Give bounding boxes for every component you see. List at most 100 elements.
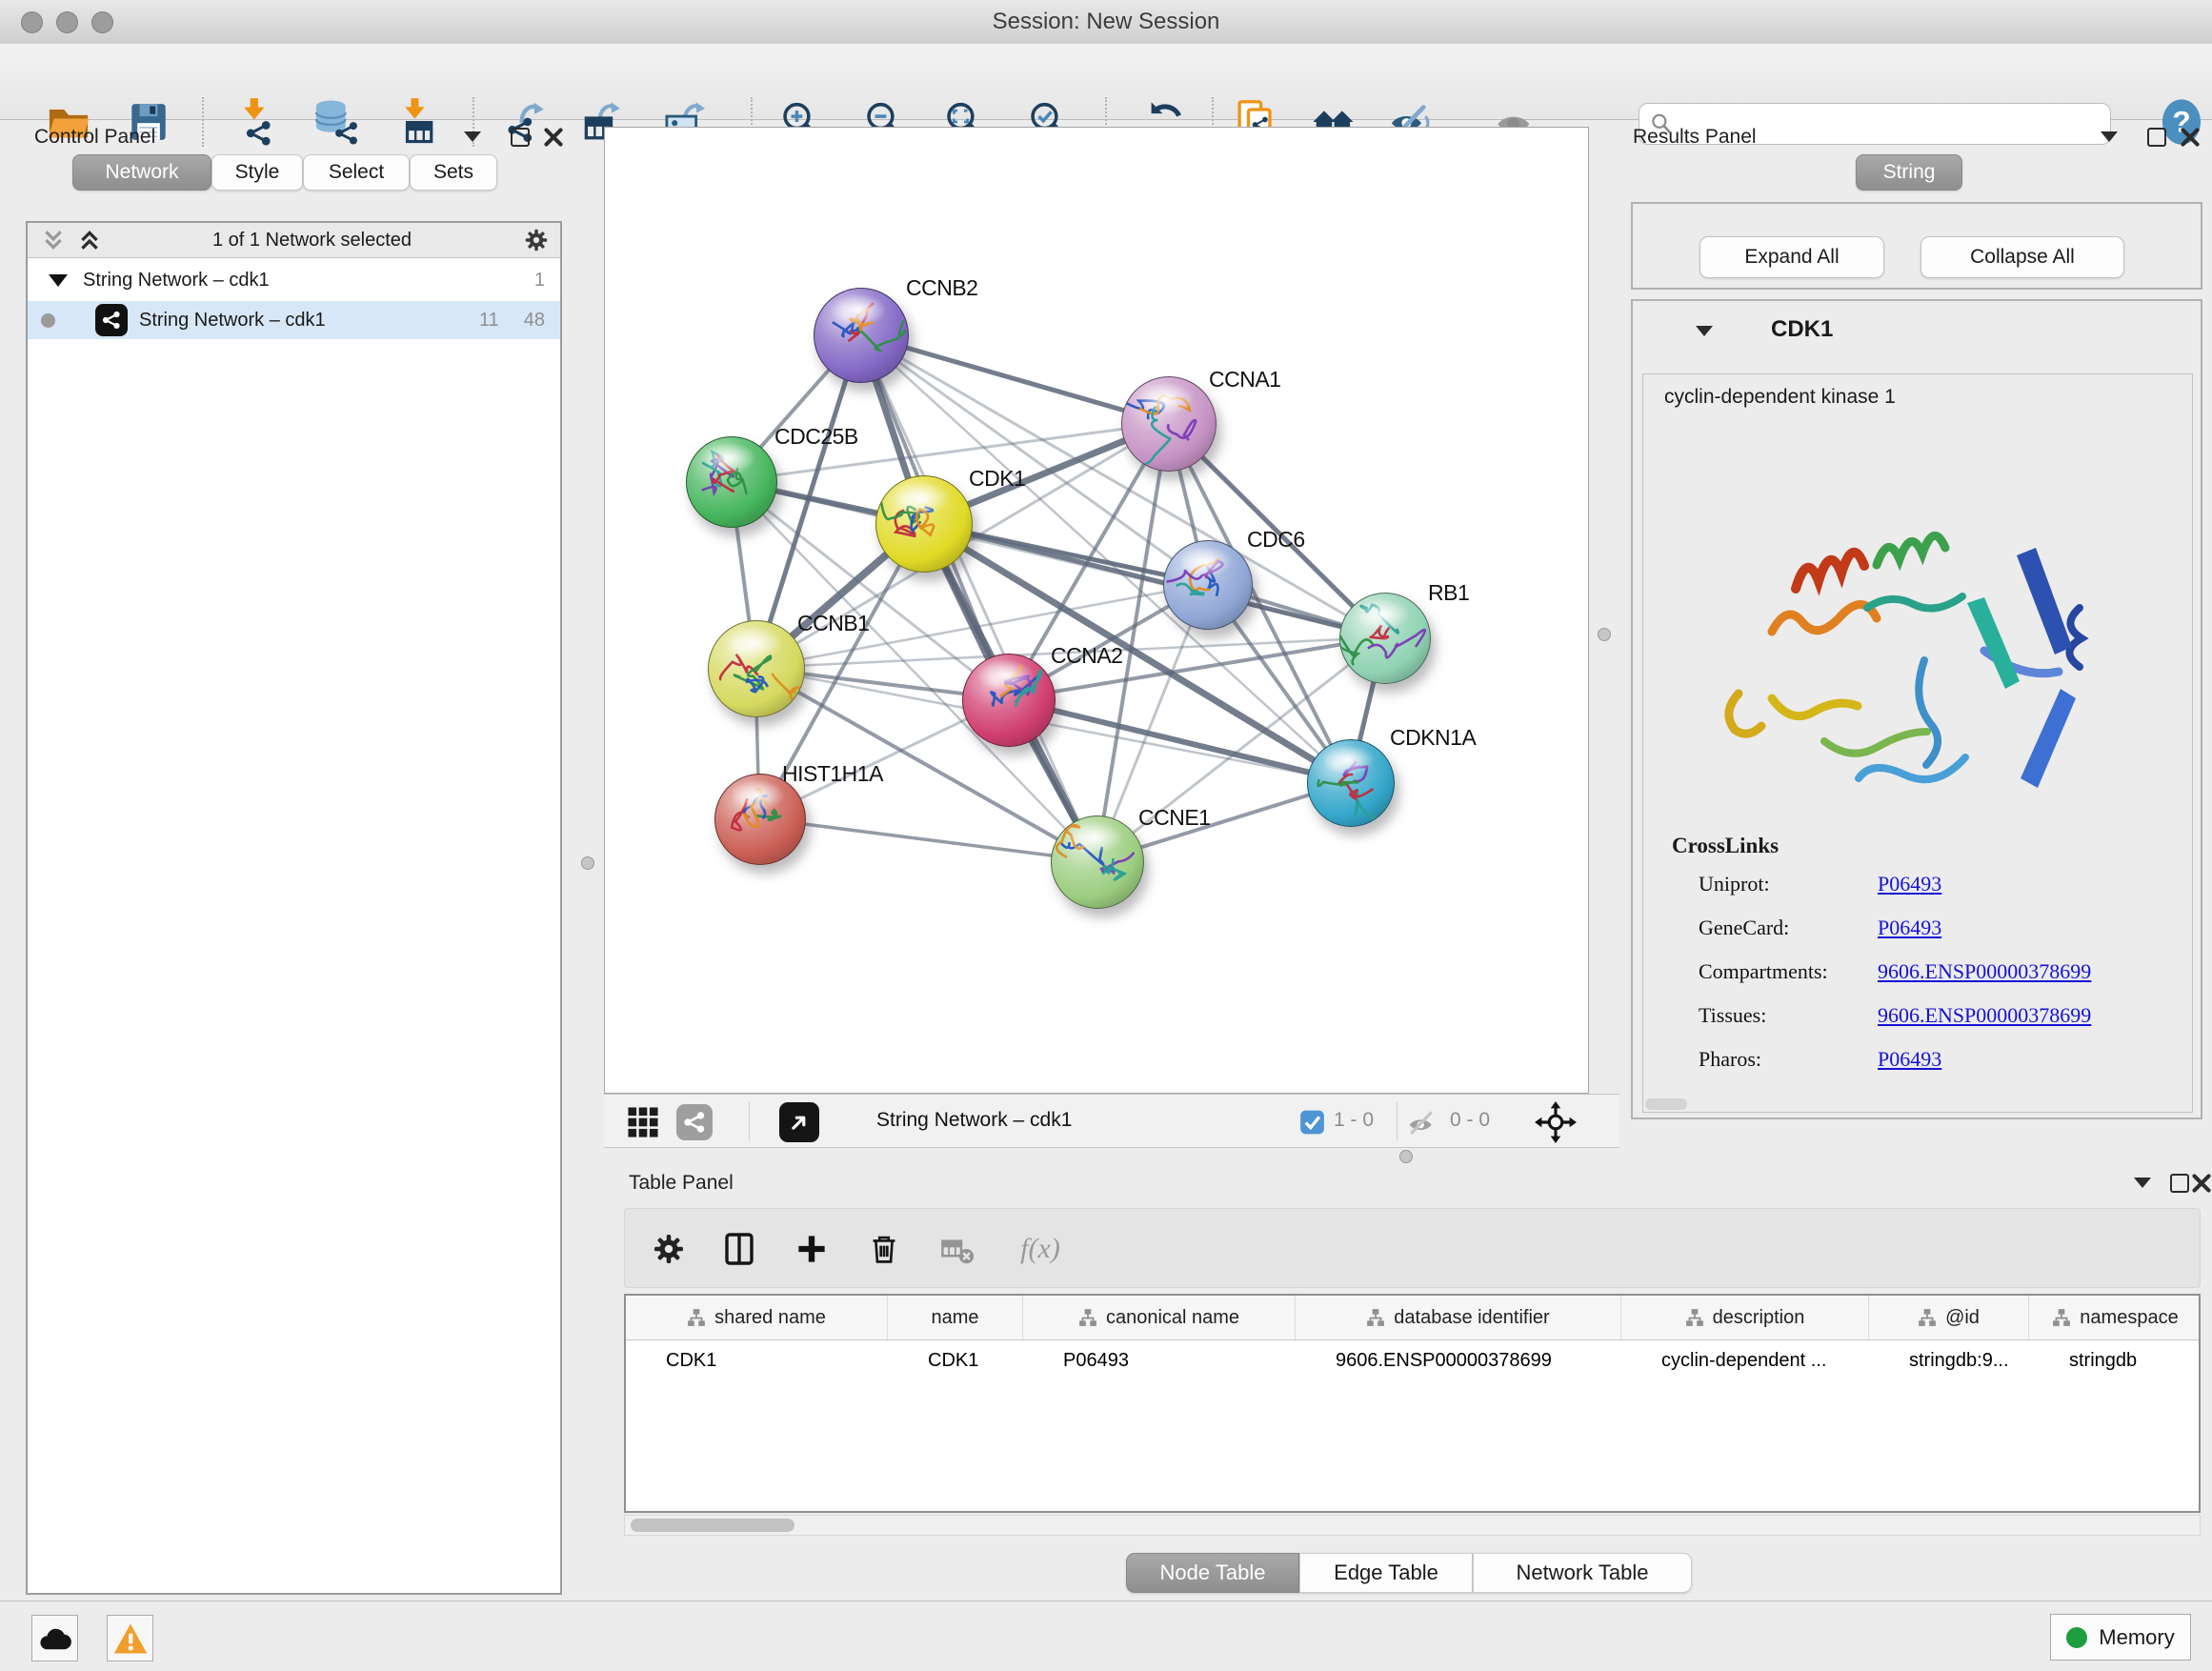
network-node-rb1[interactable] bbox=[1339, 593, 1431, 684]
control-panel-title: Control Panel bbox=[34, 126, 155, 149]
protein-detail-box: cyclin-dependent kinase 1 bbox=[1642, 373, 2193, 1113]
title-bar: Session: New Session bbox=[0, 0, 2212, 45]
crosslink-pharos[interactable]: P06493 bbox=[1878, 1047, 1941, 1072]
gear-icon[interactable] bbox=[642, 1222, 695, 1276]
tab-style[interactable]: Style bbox=[211, 154, 303, 191]
node-count: 11 bbox=[479, 310, 499, 332]
vertical-splitter-handle[interactable] bbox=[581, 856, 594, 870]
close-panel-icon[interactable] bbox=[2180, 127, 2201, 148]
tree-expander-icon[interactable] bbox=[49, 274, 68, 287]
grid-view-icon[interactable] bbox=[625, 1104, 661, 1140]
scrollbar-thumb[interactable] bbox=[1645, 1098, 1687, 1110]
close-panel-icon[interactable] bbox=[2191, 1173, 2212, 1194]
column-header-canonical-name[interactable]: canonical name bbox=[1023, 1296, 1296, 1339]
columns-icon[interactable] bbox=[713, 1222, 766, 1276]
crosslink-label: Compartments: bbox=[1699, 959, 1828, 984]
table-cell[interactable]: stringdb:9... bbox=[1869, 1339, 2029, 1381]
network-node-cdc6[interactable] bbox=[1163, 540, 1253, 630]
float-panel-icon[interactable] bbox=[511, 128, 530, 147]
collapse-all-icon[interactable] bbox=[41, 228, 66, 252]
fit-content-crosshair-icon[interactable] bbox=[1534, 1100, 1578, 1144]
table-cell[interactable]: P06493 bbox=[1023, 1339, 1296, 1381]
column-header--id[interactable]: @id bbox=[1869, 1296, 2029, 1339]
network-tree-root[interactable]: String Network – cdk1 1 bbox=[28, 261, 560, 299]
column-header-shared-name[interactable]: shared name bbox=[626, 1296, 888, 1339]
tab-node-table[interactable]: Node Table bbox=[1126, 1553, 1299, 1593]
network-node-ccne1[interactable] bbox=[1051, 815, 1144, 909]
node-label-ccnb1: CCNB1 bbox=[797, 611, 869, 636]
tab-network[interactable]: Network bbox=[72, 154, 211, 191]
crosslink-tissues[interactable]: 9606.ENSP00000378699 bbox=[1878, 1003, 2091, 1028]
column-header-description[interactable]: description bbox=[1621, 1296, 1869, 1339]
vertical-splitter-handle[interactable] bbox=[1598, 628, 1611, 641]
close-panel-icon[interactable] bbox=[543, 127, 564, 148]
tab-sets[interactable]: Sets bbox=[410, 154, 497, 191]
table-cell[interactable]: stringdb bbox=[2029, 1339, 2201, 1381]
collapse-panel-icon[interactable] bbox=[2134, 1178, 2151, 1188]
collapse-panel-icon[interactable] bbox=[464, 131, 481, 142]
horizontal-splitter-handle[interactable] bbox=[1399, 1150, 1413, 1163]
network-canvas[interactable]: CCNB2CCNA1CDC25BCDK1CDC6RB1CCNB1CCNA2CDK… bbox=[604, 127, 1589, 1094]
network-edge[interactable] bbox=[759, 818, 1096, 861]
selected-checkbox-icon[interactable] bbox=[1299, 1109, 1325, 1135]
node-gloss bbox=[977, 659, 1035, 693]
gear-icon[interactable] bbox=[522, 226, 551, 254]
expand-all-icon[interactable] bbox=[77, 228, 102, 252]
birdseye-view-icon[interactable] bbox=[779, 1102, 819, 1142]
table-cell[interactable]: 9606.ENSP00000378699 bbox=[1296, 1339, 1621, 1381]
node-label-ccna1: CCNA1 bbox=[1209, 367, 1280, 393]
network-item-label: String Network – cdk1 bbox=[139, 310, 479, 332]
cloud-icon[interactable] bbox=[31, 1615, 78, 1661]
collapse-result-icon[interactable] bbox=[1696, 326, 1713, 336]
tab-edge-table[interactable]: Edge Table bbox=[1299, 1553, 1473, 1593]
delete-table-icon[interactable] bbox=[930, 1222, 983, 1276]
network-share-view-icon[interactable] bbox=[676, 1104, 713, 1140]
expand-all-button[interactable]: Expand All bbox=[1699, 236, 1884, 278]
import-network-icon[interactable] bbox=[227, 93, 284, 151]
float-panel-icon[interactable] bbox=[2170, 1174, 2189, 1193]
delete-icon[interactable] bbox=[857, 1222, 911, 1276]
network-node-hist1h1a[interactable] bbox=[714, 774, 806, 865]
network-node-cdc25b[interactable] bbox=[686, 436, 777, 528]
crosslink-label: Tissues: bbox=[1699, 1003, 1766, 1028]
node-gloss bbox=[1321, 745, 1375, 775]
collapse-panel-icon[interactable] bbox=[2101, 131, 2118, 142]
crosslink-compartments[interactable]: 9606.ENSP00000378699 bbox=[1878, 959, 2091, 984]
column-header-name[interactable]: name bbox=[888, 1296, 1023, 1339]
horizontal-scrollbar[interactable] bbox=[624, 1515, 2201, 1536]
table-cell[interactable]: CDK1 bbox=[888, 1339, 1023, 1381]
tab-network-table[interactable]: Network Table bbox=[1473, 1553, 1692, 1593]
float-panel-icon[interactable] bbox=[2147, 128, 2166, 147]
tab-string[interactable]: String bbox=[1856, 154, 1962, 191]
network-node-ccnb1[interactable] bbox=[708, 620, 805, 717]
network-node-cdkn1a[interactable] bbox=[1307, 739, 1395, 827]
crosslink-uniprot[interactable]: P06493 bbox=[1878, 872, 1941, 896]
column-header-namespace[interactable]: namespace bbox=[2029, 1296, 2201, 1339]
memory-button[interactable]: Memory bbox=[2050, 1614, 2191, 1661]
collapse-all-button[interactable]: Collapse All bbox=[1920, 236, 2124, 278]
tree-icon bbox=[1366, 1308, 1385, 1327]
column-header-database-identifier[interactable]: database identifier bbox=[1296, 1296, 1621, 1339]
network-node-ccnb2[interactable] bbox=[814, 288, 909, 383]
network-node-ccna2[interactable] bbox=[962, 654, 1056, 747]
network-tree-item[interactable]: String Network – cdk1 11 48 bbox=[28, 301, 560, 339]
import-database-icon[interactable] bbox=[307, 93, 364, 151]
tree-icon bbox=[1918, 1308, 1937, 1327]
crosslink-genecard[interactable]: P06493 bbox=[1878, 916, 1941, 940]
add-icon[interactable] bbox=[785, 1222, 838, 1276]
table-row[interactable]: CDK1CDK1P064939606.ENSP00000378699cyclin… bbox=[626, 1339, 2201, 1381]
network-edge[interactable] bbox=[923, 523, 1384, 637]
network-edge[interactable] bbox=[860, 334, 1096, 861]
protein-structure-image bbox=[1681, 460, 2120, 822]
node-table[interactable]: shared namenamecanonical namedatabase id… bbox=[624, 1294, 2201, 1513]
tab-select[interactable]: Select bbox=[303, 154, 410, 191]
warning-icon[interactable] bbox=[107, 1615, 153, 1661]
network-node-ccna1[interactable] bbox=[1121, 376, 1217, 472]
import-table-icon[interactable] bbox=[387, 93, 444, 151]
table-cell[interactable]: CDK1 bbox=[626, 1339, 888, 1381]
network-node-cdk1[interactable] bbox=[875, 475, 973, 573]
function-builder-icon[interactable]: f(x) bbox=[1002, 1222, 1078, 1276]
node-label-ccnb2: CCNB2 bbox=[906, 275, 977, 301]
table-cell[interactable]: cyclin-dependent ... bbox=[1621, 1339, 1869, 1381]
scrollbar-thumb[interactable] bbox=[631, 1519, 794, 1532]
